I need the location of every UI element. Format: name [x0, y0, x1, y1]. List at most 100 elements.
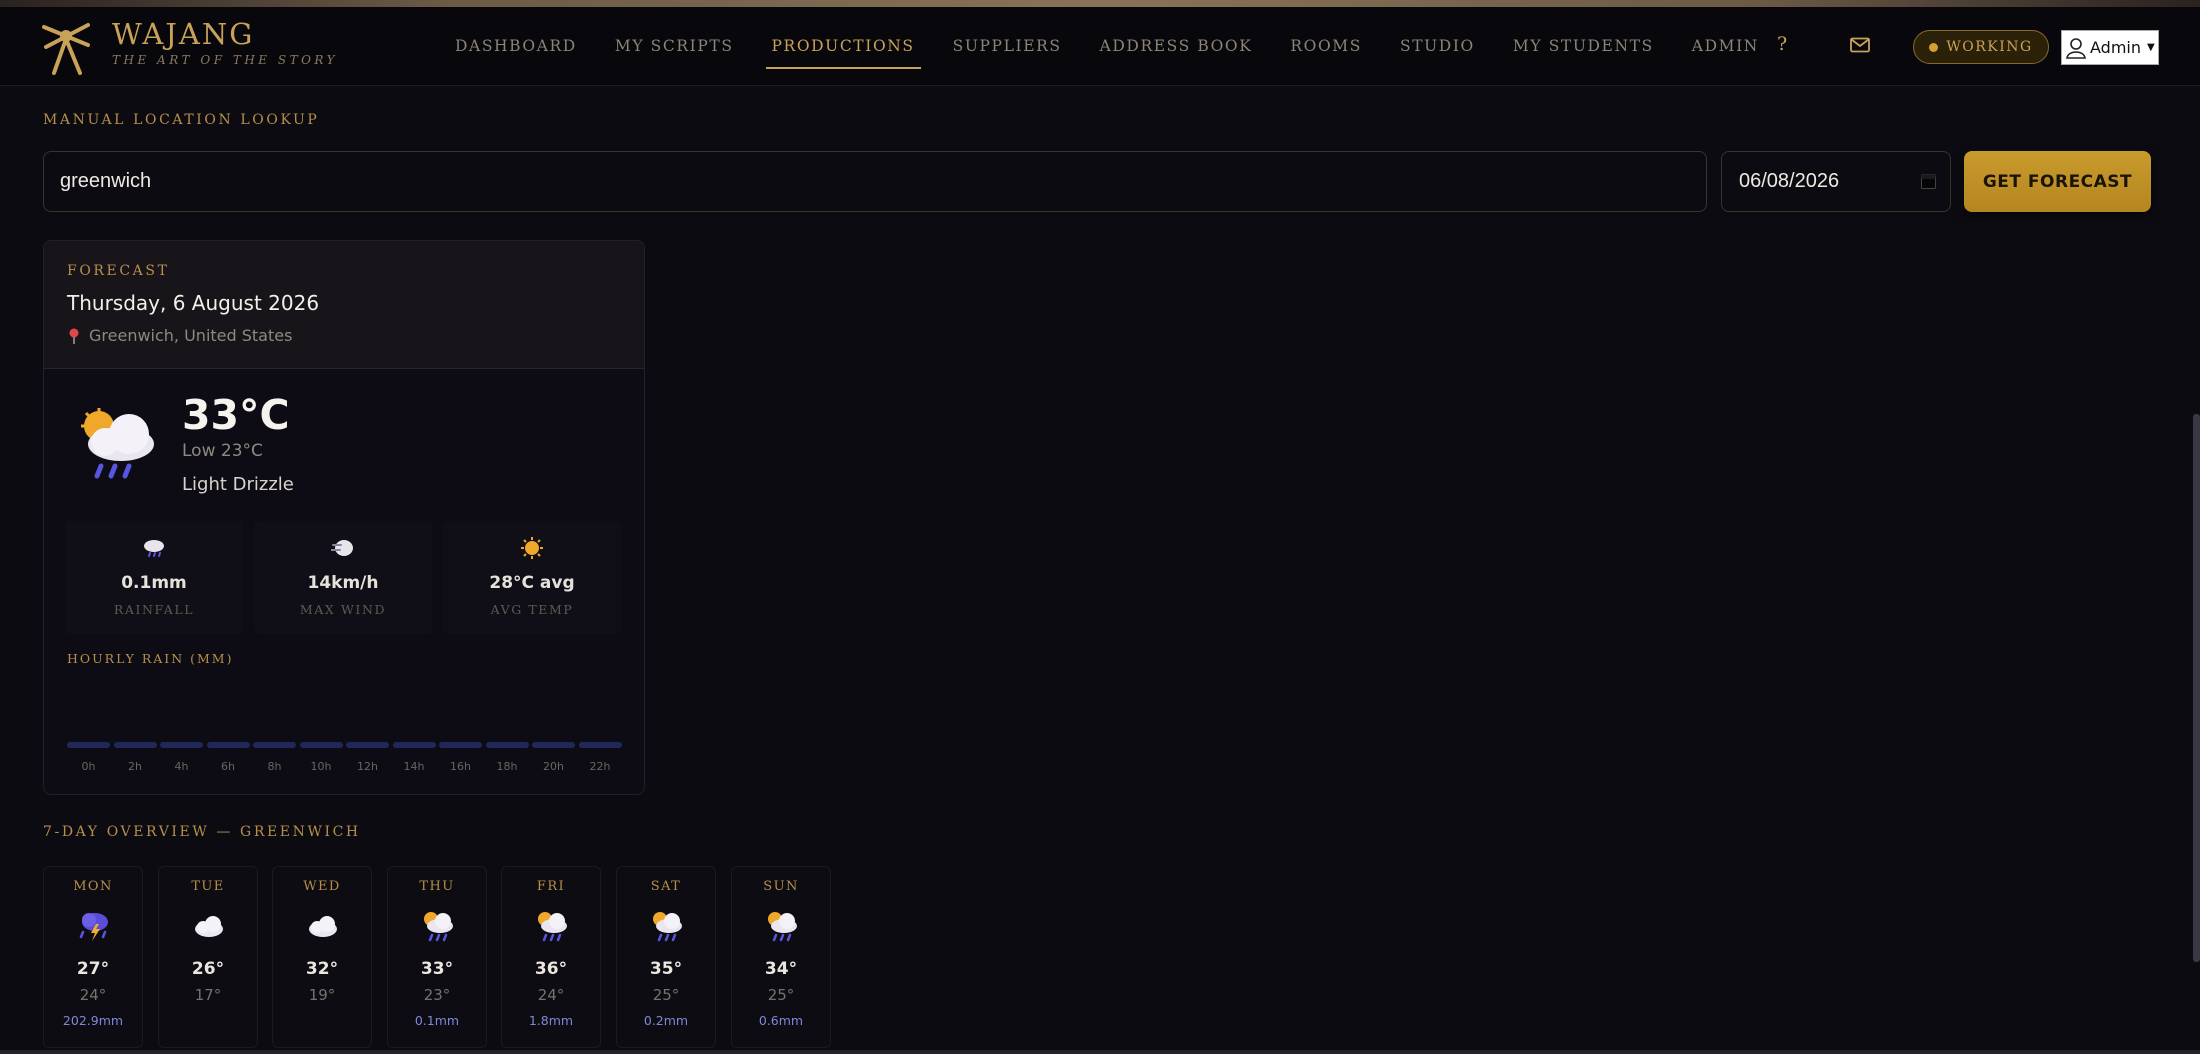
day-name: MON: [73, 879, 113, 894]
calendar-icon[interactable]: [1921, 173, 1936, 189]
hourly-rain-hour-label: 20h: [543, 760, 564, 773]
hourly-rain-bar: [113, 742, 157, 748]
day-rain: 0.6mm: [758, 1013, 804, 1028]
hourly-rain-bar: [67, 742, 110, 748]
forecast-label: FORECAST: [67, 263, 170, 279]
nav-address-book[interactable]: ADDRESS BOOK: [1100, 7, 1253, 86]
hourly-rain-hour-label: 4h: [174, 760, 189, 773]
day-high: 33°: [420, 959, 454, 979]
hourly-rain-hour-label: 10h: [310, 760, 332, 773]
page-scrollbar[interactable]: [2193, 414, 2200, 962]
forecast-condition: Light Drizzle: [182, 474, 294, 495]
day-card-sat[interactable]: SAT 35° 25° 0.2mm: [616, 866, 716, 1048]
forecast-low: Low 23°C: [182, 441, 263, 461]
max-wind-stat: 14km/h MAX WIND: [254, 521, 432, 634]
hourly-rain-hour-label: 22h: [589, 760, 611, 773]
location-pin-icon: [69, 328, 79, 344]
day-name: FRI: [536, 879, 566, 894]
day-rain: 1.8mm: [528, 1013, 574, 1028]
day-rain: 0.1mm: [414, 1013, 460, 1028]
day-card-sun[interactable]: SUN 34° 25° 0.6mm: [731, 866, 831, 1048]
nav-dashboard[interactable]: DASHBOARD: [455, 7, 577, 86]
lookup-section-label: MANUAL LOCATION LOOKUP: [43, 112, 320, 128]
sun-icon: [521, 537, 543, 559]
forecast-date-input[interactable]: 06/08/2026: [1721, 151, 1951, 212]
nav-studio[interactable]: STUDIO: [1400, 7, 1475, 86]
nav-my-scripts[interactable]: MY SCRIPTS: [615, 7, 734, 86]
main-nav: DASHBOARD MY SCRIPTS PRODUCTIONS SUPPLIE…: [455, 7, 1797, 86]
hourly-rain-bar: [160, 742, 203, 748]
sun-cloud-rain-icon: [538, 912, 567, 942]
nav-rooms[interactable]: ROOMS: [1290, 7, 1362, 86]
cloud-icon: [195, 916, 223, 937]
day-high: 36°: [534, 959, 568, 979]
brand-tagline: THE ART OF THE STORY: [112, 53, 339, 67]
day-card-wed[interactable]: WED 32° 19°: [272, 866, 372, 1048]
forecast-location: Greenwich, United States: [67, 326, 292, 345]
avg-temp-label: AVG TEMP: [490, 602, 574, 617]
hourly-rain-bar: [346, 742, 389, 748]
avg-temp-value: 28°C avg: [489, 573, 575, 593]
day-high: 32°: [305, 959, 339, 979]
location-search-input[interactable]: greenwich: [43, 151, 1707, 212]
hourly-rain-bar: [253, 742, 296, 748]
user-name: Admin: [2090, 38, 2141, 57]
rainfall-stat: 0.1mm RAINFALL: [65, 521, 243, 634]
forecast-date: Thursday, 6 August 2026: [67, 291, 320, 315]
day-name: TUE: [191, 879, 225, 894]
day-card-tue[interactable]: TUE 26° 17°: [158, 866, 258, 1048]
top-navbar: WAJANG THE ART OF THE STORY DASHBOARD MY…: [0, 7, 2200, 86]
sun-cloud-rain-icon: [424, 912, 453, 942]
day-low: 19°: [308, 986, 336, 1004]
hourly-rain-bar: [392, 742, 436, 748]
forecast-location-text: Greenwich, United States: [89, 326, 293, 345]
mail-icon[interactable]: [1850, 37, 1870, 53]
rain-cloud-icon: [144, 540, 164, 557]
get-forecast-button[interactable]: GET FORECAST: [1964, 151, 2151, 212]
hourly-rain-bar: [439, 742, 482, 748]
hourly-rain-hour-label: 12h: [357, 760, 378, 773]
day-rain: 202.9mm: [62, 1013, 124, 1028]
hourly-rain-bar: [299, 742, 343, 748]
day-name: THU: [419, 879, 455, 894]
help-button[interactable]: ?: [1777, 33, 1787, 55]
sun-cloud-rain-icon: [768, 912, 797, 942]
logo-icon[interactable]: [36, 19, 96, 79]
nav-my-students[interactable]: MY STUDENTS: [1513, 7, 1654, 86]
day-low: 23°: [423, 986, 451, 1004]
hourly-rain-hour-label: 16h: [450, 760, 471, 773]
hourly-rain-hour-label: 6h: [221, 760, 235, 773]
hourly-rain-bar: [578, 742, 622, 748]
day-low: 17°: [194, 986, 222, 1004]
week-section-label: 7-DAY OVERVIEW — GREENWICH: [43, 824, 361, 840]
thunderstorm-icon: [79, 913, 108, 941]
nav-admin[interactable]: ADMIN: [1692, 7, 1759, 86]
max-wind-label: MAX WIND: [299, 602, 387, 617]
nav-suppliers[interactable]: SUPPLIERS: [953, 7, 1062, 86]
status-label: WORKING: [1946, 39, 2033, 55]
day-card-thu[interactable]: THU 33° 23° 0.1mm: [387, 866, 487, 1048]
status-badge[interactable]: WORKING: [1913, 30, 2049, 64]
forecast-date-value: 06/08/2026: [1739, 170, 1840, 192]
rainfall-label: RAINFALL: [113, 602, 195, 617]
day-low: 25°: [652, 986, 680, 1004]
brand-name[interactable]: WAJANG: [112, 17, 254, 51]
day-card-fri[interactable]: FRI 36° 24° 1.8mm: [501, 866, 601, 1048]
day-high: 34°: [764, 959, 798, 979]
day-low: 25°: [767, 986, 795, 1004]
day-low: 24°: [537, 986, 565, 1004]
hourly-rain-hour-label: 2h: [128, 760, 142, 773]
status-dot-icon: [1929, 42, 1939, 52]
forecast-card-header: FORECAST Thursday, 6 August 2026 Greenwi…: [44, 241, 644, 369]
bottom-edge: [0, 1050, 2200, 1054]
day-high: 26°: [191, 959, 225, 979]
avg-temp-stat: 28°C avg AVG TEMP: [443, 521, 621, 634]
day-card-mon[interactable]: MON 27° 24° 202.9mm: [43, 866, 143, 1048]
hourly-rain-hour-label: 14h: [403, 760, 425, 773]
user-menu-button[interactable]: Admin ▼: [2061, 30, 2159, 65]
hourly-rain-chart: 0h 2h 4h 6h 8h 10h 12h 14h 16h 18h 20h 22h: [67, 742, 623, 773]
day-low: 24°: [79, 986, 107, 1004]
nav-productions[interactable]: PRODUCTIONS: [765, 7, 921, 86]
sun-cloud-rain-icon: [653, 912, 682, 942]
day-name: WED: [303, 879, 341, 894]
